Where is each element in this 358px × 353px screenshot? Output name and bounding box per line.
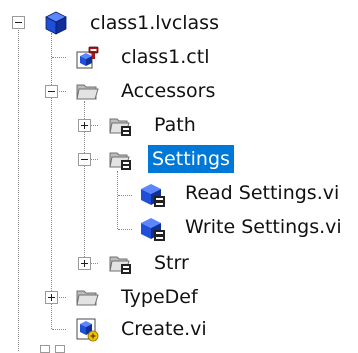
virtual-folder-icon (107, 112, 133, 138)
collapse-settings-button[interactable] (78, 153, 91, 166)
tree-item-label: Strr (154, 252, 189, 274)
expand-path-button[interactable] (78, 119, 91, 132)
tree-item-label: TypeDef (121, 286, 198, 308)
partial-row-icon (55, 345, 65, 353)
tree-item-label: Write Settings.vi (185, 216, 342, 238)
folder-icon (74, 78, 100, 104)
tree-item-label: Accessors (121, 80, 216, 102)
tree-line (91, 125, 98, 126)
collapse-root-button[interactable] (12, 16, 25, 29)
tree-line (91, 263, 98, 264)
tree-line (18, 27, 19, 351)
tree-line (117, 171, 118, 229)
accessor-vi-icon (140, 182, 166, 208)
tree-line (52, 57, 66, 58)
accessor-vi-icon (140, 216, 166, 242)
tree-item-label: class1.lvclass (90, 12, 219, 34)
virtual-folder-icon (107, 250, 133, 276)
expand-strr-button[interactable] (78, 257, 91, 270)
partial-row-icon (40, 345, 50, 353)
tree-item-label: Read Settings.vi (185, 182, 340, 204)
lvclass-cube-icon (43, 10, 69, 36)
tree-line (52, 329, 66, 330)
class-control-icon (74, 44, 100, 70)
tree-item-label: Path (154, 114, 196, 136)
collapse-accessors-button[interactable] (45, 85, 58, 98)
expand-typedef-button[interactable] (45, 291, 58, 304)
tree-line (91, 159, 98, 160)
tree-line (51, 33, 52, 329)
tree-item-label: class1.ctl (121, 46, 210, 68)
tree-line (59, 91, 66, 92)
tree-line (118, 195, 132, 196)
vi-icon (74, 316, 100, 342)
project-tree: class1.lvclass class1.ctl Accessors Path… (0, 0, 358, 353)
tree-line (118, 229, 132, 230)
tree-item-label: Settings (148, 145, 234, 173)
tree-item-label: Create.vi (121, 318, 207, 340)
tree-line (59, 297, 66, 298)
folder-icon (74, 284, 100, 310)
virtual-folder-icon (107, 146, 133, 172)
